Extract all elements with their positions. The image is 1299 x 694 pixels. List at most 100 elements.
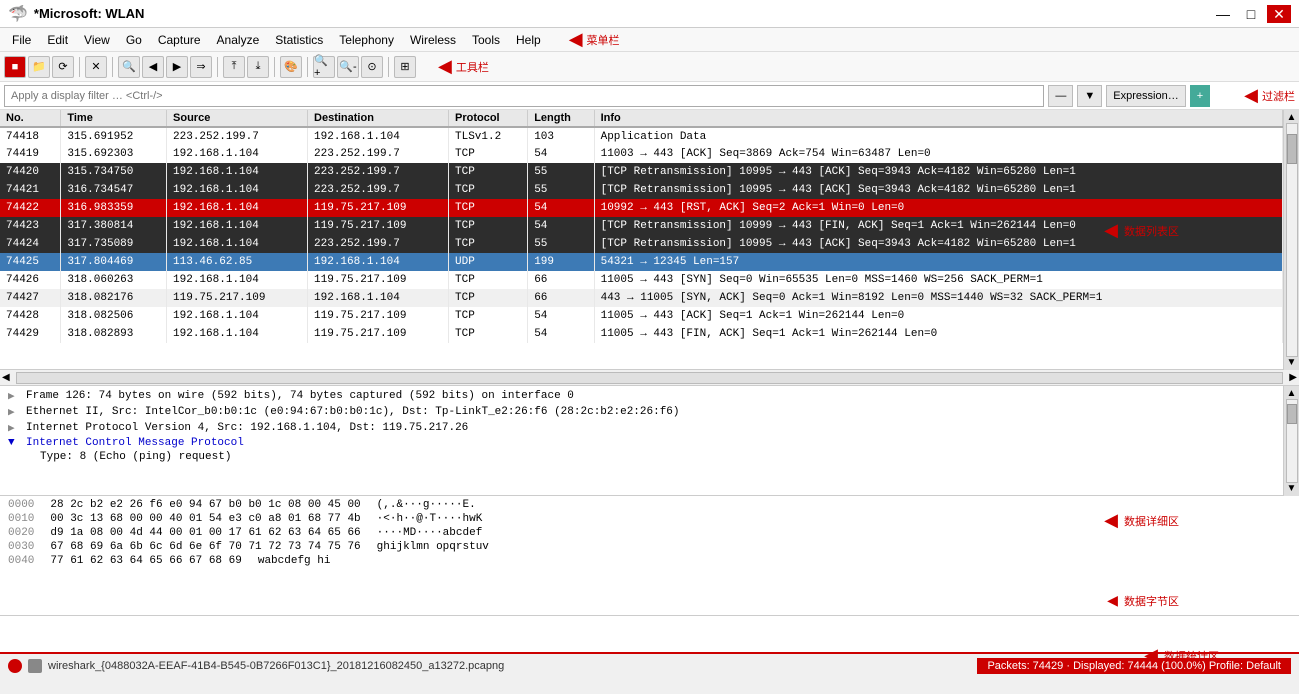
detail-scroll-thumb[interactable] [1287, 404, 1297, 424]
menu-capture[interactable]: Capture [150, 31, 209, 49]
menu-help[interactable]: Help [508, 31, 549, 49]
hscroll-track[interactable] [16, 372, 1284, 384]
detail-expand-3[interactable]: ▶ [8, 421, 22, 435]
table-cell: 223.252.199.7 [167, 127, 308, 145]
packet-list-scrollbar[interactable]: ▲ ▼ [1283, 110, 1299, 370]
menu-wireless[interactable]: Wireless [402, 31, 464, 49]
filterbar: — ▼ Expression… + ◀ 过滤栏 [0, 82, 1299, 110]
packet-list-annotation: ◀ 数据列表区 [1104, 220, 1179, 241]
menubar: File Edit View Go Capture Analyze Statis… [0, 28, 1299, 52]
colorize-button[interactable]: 🎨 [280, 56, 302, 78]
menu-file[interactable]: File [4, 31, 39, 49]
hscroll-right-arrow[interactable]: ▶ [1287, 372, 1299, 383]
filter-dropdown-button[interactable]: ▼ [1077, 85, 1102, 107]
table-cell: TCP [449, 199, 528, 217]
table-cell: 316.734547 [61, 181, 167, 199]
scrollbar-track[interactable] [1286, 123, 1298, 357]
packet-list-wrapper: No. Time Source Destination Protocol Len… [0, 110, 1299, 370]
table-row[interactable]: 74420315.734750192.168.1.104223.252.199.… [0, 163, 1283, 181]
table-cell: TCP [449, 181, 528, 199]
table-row[interactable]: 74423317.380814192.168.1.104119.75.217.1… [0, 217, 1283, 235]
detail-line-3: ▶ Internet Protocol Version 4, Src: 192.… [0, 420, 1283, 436]
packet-table-header: No. Time Source Destination Protocol Len… [0, 110, 1283, 127]
detail-expand-4[interactable]: ▼ [8, 437, 22, 449]
table-cell: UDP [449, 253, 528, 271]
table-row[interactable]: 74425317.804469113.46.62.85192.168.1.104… [0, 253, 1283, 271]
table-row[interactable]: 74419315.692303192.168.1.104223.252.199.… [0, 145, 1283, 163]
table-row[interactable]: 74427318.082176119.75.217.109192.168.1.1… [0, 289, 1283, 307]
table-cell: 192.168.1.104 [167, 217, 308, 235]
menu-go[interactable]: Go [118, 31, 150, 49]
maximize-button[interactable]: □ [1239, 5, 1263, 23]
col-length: Length [528, 110, 594, 127]
filter-input[interactable] [4, 85, 1044, 107]
jump-start-button[interactable]: ⤒ [223, 56, 245, 78]
zoom-out-button[interactable]: 🔍- [337, 56, 359, 78]
bytes-offset-0040: 0040 [8, 555, 34, 567]
table-cell: 119.75.217.109 [308, 217, 449, 235]
table-cell: TCP [449, 217, 528, 235]
zoom-reset-button[interactable]: ⊙ [361, 56, 383, 78]
resize-columns-button[interactable]: ⊞ [394, 56, 416, 78]
detail-scroll-track[interactable] [1286, 399, 1298, 483]
table-cell: 66 [528, 289, 594, 307]
table-row[interactable]: 74418315.691952223.252.199.7192.168.1.10… [0, 127, 1283, 145]
find-button[interactable]: 🔍 [118, 56, 140, 78]
table-cell: 11005 → 443 [SYN] Seq=0 Win=65535 Len=0 … [594, 271, 1282, 289]
table-cell: 119.75.217.109 [308, 271, 449, 289]
close-file-button[interactable]: ✕ [85, 56, 107, 78]
menu-analyze[interactable]: Analyze [209, 31, 268, 49]
close-button[interactable]: ✕ [1267, 5, 1291, 23]
menu-edit[interactable]: Edit [39, 31, 76, 49]
reload-button[interactable]: ⟳ [52, 56, 74, 78]
filter-add-button[interactable]: + [1190, 85, 1210, 107]
table-cell: 74425 [0, 253, 61, 271]
statusbar: wireshark_{0488032A-EEAF-41B4-B545-0B726… [0, 652, 1299, 678]
menu-view[interactable]: View [76, 31, 118, 49]
detail-text-2: Ethernet II, Src: IntelCor_b0:b0:1c (e0:… [26, 406, 680, 418]
scrollbar-thumb[interactable] [1287, 134, 1297, 164]
detail-wrapper: ▶ Frame 126: 74 bytes on wire (592 bits)… [0, 386, 1299, 496]
zoom-in-button[interactable]: 🔍+ [313, 56, 335, 78]
bytes-ascii-0030: ghijklmn opqrstuv [377, 541, 489, 553]
empty-area: ◀ 数据统计区 [0, 616, 1299, 652]
table-cell: 318.082506 [61, 307, 167, 325]
detail-line-1: ▶ Frame 126: 74 bytes on wire (592 bits)… [0, 388, 1283, 404]
expression-button[interactable]: Expression… [1106, 85, 1185, 107]
table-row[interactable]: 74428318.082506192.168.1.104119.75.217.1… [0, 307, 1283, 325]
table-row[interactable]: 74429318.082893192.168.1.104119.75.217.1… [0, 325, 1283, 343]
bytes-hex-0030: 67 68 69 6a 6b 6c 6d 6e 6f 70 71 72 73 7… [50, 541, 360, 553]
detail-expand-1[interactable]: ▶ [8, 389, 22, 403]
col-destination: Destination [308, 110, 449, 127]
detail-scroll-up[interactable]: ▲ [1287, 388, 1297, 399]
menu-statistics[interactable]: Statistics [267, 31, 331, 49]
forward-button[interactable]: ▶ [166, 56, 188, 78]
detail-scroll-down[interactable]: ▼ [1287, 483, 1297, 494]
scroll-down-arrow[interactable]: ▼ [1287, 357, 1297, 368]
detail-scrollbar[interactable]: ▲ ▼ [1283, 386, 1299, 496]
table-row[interactable]: 74426318.060263192.168.1.104119.75.217.1… [0, 271, 1283, 289]
jump-end-button[interactable]: ⤓ [247, 56, 269, 78]
menu-telephony[interactable]: Telephony [331, 31, 402, 49]
toolbar-annotation: 工具栏 [456, 59, 489, 75]
hscroll-left-arrow[interactable]: ◀ [0, 372, 12, 383]
scroll-up-arrow[interactable]: ▲ [1287, 112, 1297, 123]
packet-detail: ▶ Frame 126: 74 bytes on wire (592 bits)… [0, 386, 1283, 496]
table-cell: 74418 [0, 127, 61, 145]
table-cell: 74419 [0, 145, 61, 163]
table-row[interactable]: 74424317.735089192.168.1.104223.252.199.… [0, 235, 1283, 253]
horizontal-scrollbar[interactable]: ◀ ▶ [0, 370, 1299, 386]
goto-button[interactable]: ⇒ [190, 56, 212, 78]
back-button[interactable]: ◀ [142, 56, 164, 78]
table-row[interactable]: 74421316.734547192.168.1.104223.252.199.… [0, 181, 1283, 199]
detail-expand-2[interactable]: ▶ [8, 405, 22, 419]
bytes-annotation: ◀ 数据字节区 [1107, 590, 1179, 612]
table-row[interactable]: 74422316.983359192.168.1.104119.75.217.1… [0, 199, 1283, 217]
open-button[interactable]: 📁 [28, 56, 50, 78]
minimize-button[interactable]: — [1211, 5, 1235, 23]
detail-text-5: Type: 8 (Echo (ping) request) [40, 451, 231, 463]
filter-clear-button[interactable]: — [1048, 85, 1073, 107]
menu-tools[interactable]: Tools [464, 31, 508, 49]
packet-list[interactable]: No. Time Source Destination Protocol Len… [0, 110, 1283, 370]
stop-button[interactable]: ■ [4, 56, 26, 78]
